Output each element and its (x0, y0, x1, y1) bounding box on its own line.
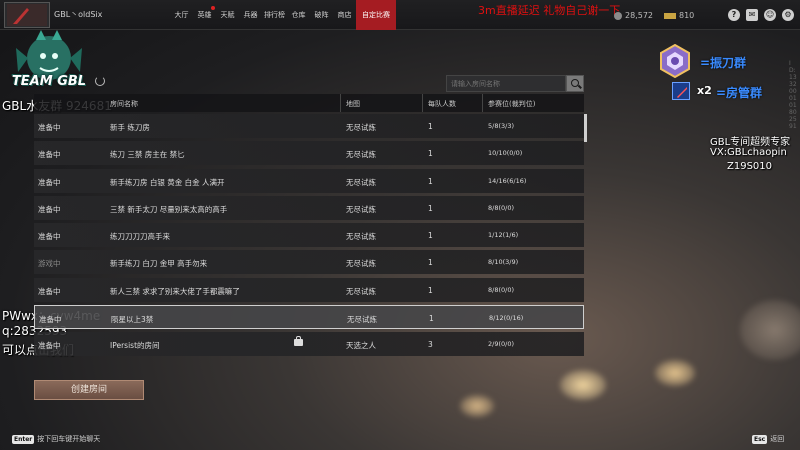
nav-talents[interactable]: 天赋 (216, 0, 239, 30)
overlay-right-line3: Z19S010 (727, 161, 773, 172)
room-list: 准备中 新手 练刀房 无尽试炼 1 5/8(3/3) 准备中 练刀 三禁 房主在… (34, 114, 584, 360)
refresh-icon[interactable] (95, 76, 105, 86)
room-table-header: 房间名称 地图 每队人数 参赛位(裁判位) (34, 94, 584, 112)
main-nav: 大厅 英雄 天赋 兵器 排行榜 仓库 破阵 商店 自定比赛 (170, 0, 396, 30)
create-room-button[interactable]: 创建房间 (34, 380, 144, 400)
help-icon[interactable]: ? (728, 9, 740, 21)
column-divider (340, 94, 341, 112)
table-row[interactable]: 准备中 练刀刀刀刀高手来 无尽试炼 1 1/12(1/6) (34, 223, 584, 248)
search-button[interactable] (566, 75, 584, 92)
weapon-badge (672, 82, 690, 100)
overlay-right-line2: VX:GBLchaopin (710, 147, 787, 158)
header-room-name: 房间名称 (110, 100, 138, 108)
gold-bar-icon (664, 12, 676, 19)
currency-silver: 28,572 (614, 11, 653, 20)
table-row[interactable]: 准备中 练刀 三禁 房主在 禁匕 无尽试炼 1 10/10(0/0) (34, 141, 584, 166)
team-logo-text: TEAM GBL (11, 74, 87, 89)
lock-icon (294, 336, 303, 347)
top-bar: GBL丶oldSix 大厅 英雄 天赋 兵器 排行榜 仓库 破阵 商店 自定比赛… (0, 0, 800, 30)
nav-formation[interactable]: 破阵 (310, 0, 333, 30)
nav-weapons[interactable]: 兵器 (239, 0, 262, 30)
nav-shop[interactable]: 商店 (333, 0, 356, 30)
username: GBL丶oldSix (54, 10, 103, 19)
background-light (460, 395, 494, 417)
team-logo: TEAM GBL (6, 28, 92, 100)
nav-leaderboard[interactable]: 排行榜 (262, 0, 287, 30)
header-map: 地图 (346, 100, 360, 108)
back-hint[interactable]: Esc 返回 (752, 434, 784, 444)
table-row-selected[interactable]: 准备中 陨星以上3禁 无尽试炼 1 8/12(0/16) (34, 305, 584, 330)
stream-notice: 3m直播延迟 礼物自己谢一下 (478, 4, 621, 17)
badge2-label: =房管群 (716, 86, 763, 100)
table-row[interactable]: 准备中 IPersist的房间 天选之人 3 2/9(0/0) (34, 332, 584, 357)
room-search-input[interactable] (446, 75, 566, 92)
notification-dot-icon (211, 6, 215, 10)
nav-heroes[interactable]: 英雄 (193, 0, 216, 30)
badge2-multiplier: x2 (697, 84, 712, 97)
coin-icon (614, 11, 622, 20)
badge1-label: =振刀群 (700, 56, 747, 70)
avatar[interactable] (4, 2, 50, 28)
column-divider (422, 94, 423, 112)
header-slots: 参赛位(裁判位) (488, 100, 536, 108)
rank-badge-icon (660, 43, 690, 79)
table-row[interactable]: 游戏中 新手练刀 白刀 金甲 高手勿来 无尽试炼 1 8/10(3/9) (34, 250, 584, 275)
table-row[interactable]: 准备中 新人三禁 求求了别来大佬了手都震嘛了 无尽试炼 1 8/8(0/0) (34, 277, 584, 302)
table-row[interactable]: 准备中 新手 练刀房 无尽试炼 1 5/8(3/3) (34, 114, 584, 138)
currency-gold: 810 (664, 11, 694, 20)
esc-key-icon: Esc (752, 434, 768, 444)
chat-hint: Enter 按下回车键开始聊天 (12, 434, 100, 444)
background-light (655, 360, 695, 386)
team-logo-icon (16, 30, 82, 80)
table-row[interactable]: 准备中 三禁 新手太刀 尽量别来太高的高手 无尽试炼 1 8/8(0/0) (34, 195, 584, 220)
avatar-icon (7, 4, 47, 26)
side-id-text: ID:1332000101802591 (789, 60, 797, 130)
settings-icon[interactable]: ⚙ (782, 9, 794, 21)
chat-hint-text: 按下回车键开始聊天 (37, 435, 101, 443)
table-row[interactable]: 准备中 新手练刀房 白银 黄金 白金 人满开 无尽试炼 1 14/16(6/16… (34, 168, 584, 193)
nav-custom-match[interactable]: 自定比赛 (356, 0, 396, 30)
mail-icon[interactable]: ✉ (746, 9, 758, 21)
sword-icon (677, 87, 687, 98)
nav-storage[interactable]: 仓库 (287, 0, 310, 30)
column-divider (482, 94, 483, 112)
header-team-size: 每队人数 (428, 100, 456, 108)
nav-lobby[interactable]: 大厅 (170, 0, 193, 30)
back-hint-text: 返回 (770, 435, 785, 443)
enter-key-icon: Enter (12, 434, 35, 444)
scrollbar[interactable] (584, 114, 587, 142)
background-light (740, 300, 800, 360)
friends-icon[interactable]: ☺ (764, 9, 776, 21)
overlay-right-line1: GBL专间超频专家 (710, 137, 791, 148)
top-icons: ? ✉ ☺ ⚙ (728, 9, 794, 21)
background-light (560, 370, 606, 400)
rank-badge (656, 43, 694, 79)
